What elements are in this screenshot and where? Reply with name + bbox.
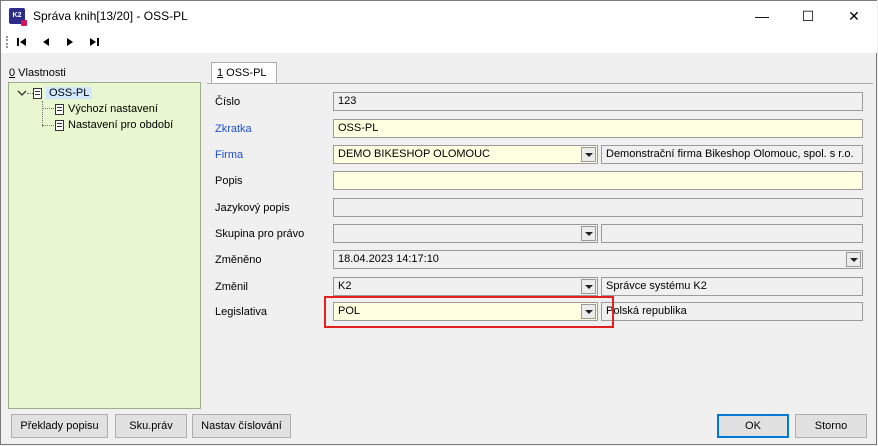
storno-button[interactable]: Storno (795, 414, 867, 438)
prev-record-icon[interactable] (37, 35, 55, 49)
chevron-down-icon[interactable] (581, 147, 596, 162)
zmenil-value: K2 (338, 280, 352, 292)
zkratka-label: Zkratka (215, 123, 252, 135)
tree-item-label: Nastavení pro období (68, 119, 174, 131)
title-bar: K2 Správa knih[13/20] - OSS-PL — ☐ ✕ (1, 1, 877, 31)
tree-item-vychozi-nastaveni[interactable]: Výchozí nastavení (55, 101, 158, 117)
window-title: Správa knih[13/20] - OSS-PL (33, 9, 188, 23)
jazykovy-popis-field[interactable] (333, 198, 863, 217)
tree-expand-icon[interactable] (17, 85, 27, 101)
skupina-pro-pravo-select[interactable] (333, 224, 598, 243)
first-record-icon[interactable] (13, 35, 31, 49)
ok-button[interactable]: OK (717, 414, 789, 438)
chevron-down-icon[interactable] (581, 226, 596, 241)
tab-oss-pl[interactable]: 1 OSS-PL (211, 62, 277, 84)
legislativa-description: Polská republika (601, 302, 863, 321)
tree-item-oss-pl[interactable]: OSS-PL (33, 85, 93, 101)
zmeneno-label: Změněno (215, 254, 262, 266)
next-record-icon[interactable] (61, 35, 79, 49)
legislativa-label: Legislativa (215, 306, 267, 318)
document-icon (55, 103, 64, 115)
k2-app-icon: K2 (9, 8, 27, 26)
jazykovy-popis-label: Jazykový popis (215, 202, 290, 214)
document-icon (55, 119, 64, 131)
sku-prav-button[interactable]: Sku.práv (115, 414, 187, 438)
record-navigation-toolbar (1, 31, 877, 53)
zmeneno-value: 18.04.2023 14:17:10 (338, 253, 439, 265)
document-icon (33, 87, 42, 99)
maximize-button[interactable]: ☐ (785, 1, 831, 31)
popis-field[interactable] (333, 171, 863, 190)
chevron-down-icon[interactable] (581, 279, 596, 294)
toolbar-grip[interactable] (6, 36, 10, 48)
firma-label: Firma (215, 149, 244, 161)
zmeneno-select[interactable]: 18.04.2023 14:17:10 (333, 250, 863, 269)
nastav-cislovani-button[interactable]: Nastav číslování (192, 414, 291, 438)
tree-item-label: Výchozí nastavení (68, 103, 158, 115)
tab-label: OSS-PL (223, 67, 267, 79)
chevron-down-icon[interactable] (846, 252, 861, 267)
last-record-icon[interactable] (85, 35, 103, 49)
tree-item-nastaveni-pro-obdobi[interactable]: Nastavení pro období (55, 117, 173, 133)
firma-select[interactable]: DEMO BIKESHOP OLOMOUC (333, 145, 598, 164)
zmenil-description: Správce systému K2 (601, 277, 863, 296)
properties-tree[interactable]: OSS-PL Výchozí nastavení Nastavení pro o… (8, 82, 201, 409)
properties-label-text: Vlastnosti (15, 67, 66, 79)
popis-label: Popis (215, 175, 243, 187)
skupina-pro-pravo-label: Skupina pro právo (215, 228, 305, 240)
properties-label: 0 Vlastnosti (9, 67, 66, 79)
zkratka-field[interactable]: OSS-PL (333, 119, 863, 138)
cislo-label: Číslo (215, 96, 241, 108)
cislo-field[interactable]: 123 (333, 92, 863, 111)
dialog-window: K2 Správa knih[13/20] - OSS-PL — ☐ ✕ 0 V… (0, 0, 877, 445)
tree-item-label: OSS-PL (46, 87, 93, 99)
firma-description: Demonstrační firma Bikeshop Olomouc, spo… (601, 145, 863, 164)
firma-value: DEMO BIKESHOP OLOMOUC (338, 148, 490, 160)
zmenil-label: Změnil (215, 281, 249, 293)
minimize-button[interactable]: — (739, 1, 785, 31)
skupina-pro-pravo-description (601, 224, 863, 243)
preklady-popisu-button[interactable]: Překlady popisu (11, 414, 108, 438)
close-button[interactable]: ✕ (831, 1, 877, 31)
zmenil-select[interactable]: K2 (333, 277, 598, 296)
highlight-box (324, 296, 614, 328)
